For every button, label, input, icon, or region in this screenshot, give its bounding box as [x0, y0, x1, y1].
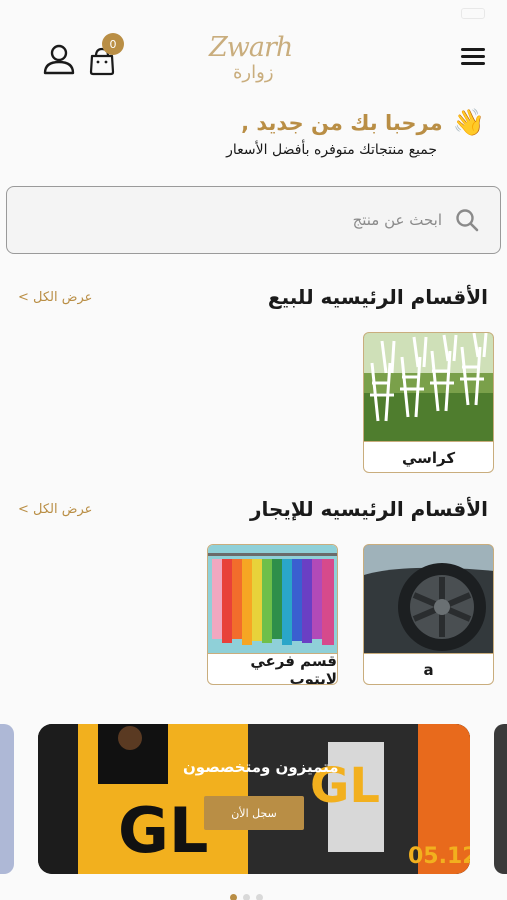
promo-banner[interactable]: GL GL 05.12 متميزون ومتخصصون سجل الأن [38, 724, 470, 874]
carousel-dot-active[interactable] [230, 894, 237, 900]
category-label: قسم فرعي لابتوب [208, 652, 337, 684]
rent-section-header: عرض الكل > الأقسام الرئيسيه للإيجار [18, 494, 488, 524]
category-label: a [364, 653, 493, 684]
brand-logo: Zwarh زوارة [205, 30, 305, 90]
carousel-dot[interactable] [243, 894, 250, 900]
banner-next-peek[interactable] [494, 724, 507, 874]
search-input[interactable] [182, 211, 442, 229]
banner-art-date: 05.12 [408, 844, 470, 869]
logo-latin-text: Zwarh [209, 32, 293, 63]
cart-count-badge: 0 [102, 33, 124, 55]
menu-button[interactable] [461, 48, 485, 68]
app-header: 0 Zwarh زوارة [0, 28, 507, 92]
welcome-subtitle: جميع منتجاتك متوفره بأفضل الأسعار [226, 142, 437, 158]
sale-section-header: عرض الكل > الأقسام الرئيسيه للبيع [18, 282, 488, 312]
rent-section-title: الأقسام الرئيسيه للإيجار [249, 497, 488, 521]
category-card-laptop-subsection[interactable]: قسم فرعي لابتوب [207, 544, 338, 685]
clothes-rack-image [208, 545, 337, 653]
sale-view-all-link[interactable]: عرض الكل > [18, 290, 92, 305]
chairs-image [364, 333, 493, 441]
welcome-title: مرحبا بك من جديد , [241, 111, 443, 135]
hamburger-icon [461, 48, 485, 51]
status-bar [0, 0, 507, 26]
banner-prev-peek[interactable] [0, 724, 14, 874]
logo-arabic-text: زوارة [233, 62, 274, 83]
carousel-dot[interactable] [256, 894, 263, 900]
banner-register-button[interactable]: سجل الأن [204, 796, 304, 830]
car-wheel-image [364, 545, 493, 653]
rent-view-all-link[interactable]: عرض الكل > [18, 502, 92, 517]
search-icon [456, 209, 479, 232]
welcome-block: 👋 مرحبا بك من جديد , جميع منتجاتك متوفره… [15, 108, 485, 158]
category-label: كراسي [364, 441, 493, 472]
banner-headline: متميزون ومتخصصون [183, 758, 339, 776]
carousel-pagination [230, 894, 263, 900]
sale-section-title: الأقسام الرئيسيه للبيع [267, 285, 488, 309]
search-bar[interactable] [6, 186, 501, 254]
profile-button[interactable] [42, 42, 76, 76]
user-icon [43, 44, 75, 75]
category-card-chairs[interactable]: كراسي [363, 332, 494, 473]
waving-hand-icon: 👋 [452, 108, 485, 138]
category-card-a[interactable]: a [363, 544, 494, 685]
battery-icon [461, 7, 485, 19]
banner-art-text: GL [118, 794, 209, 867]
cart-button[interactable]: 0 [88, 33, 124, 76]
